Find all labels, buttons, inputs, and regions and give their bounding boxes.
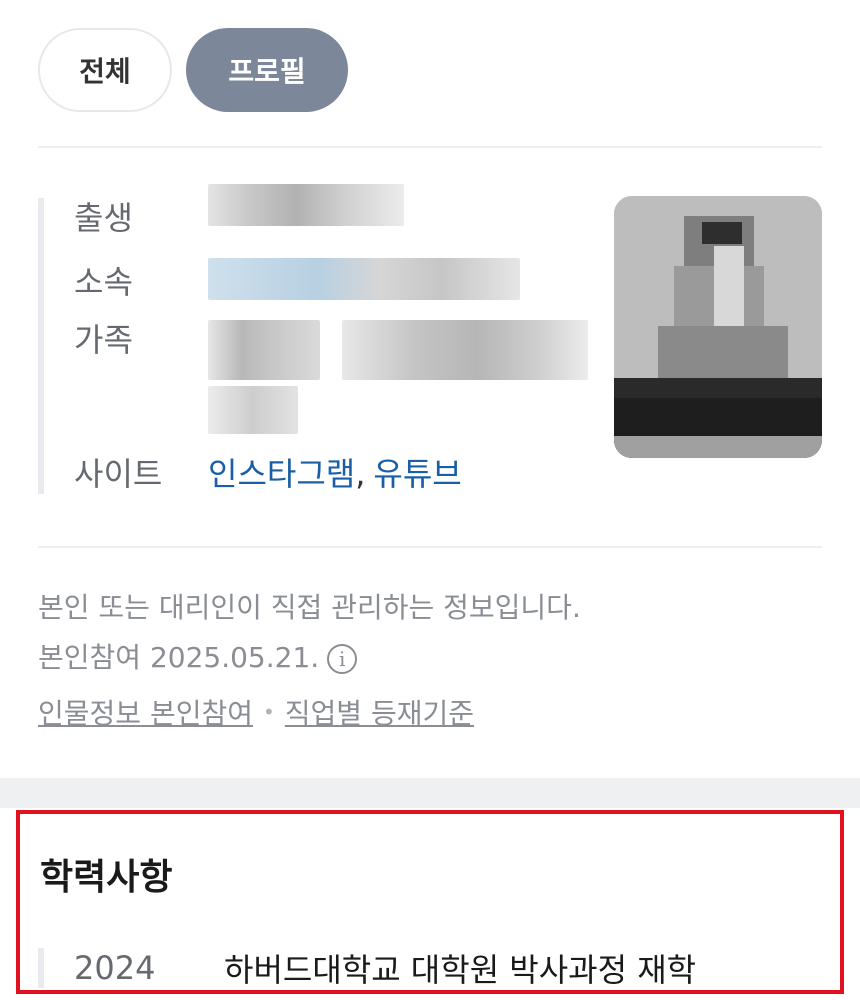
education-section: 학력사항 2024 하버드대학교 대학원 박사과정 재학 <box>16 810 844 994</box>
education-title: 학력사항 <box>40 857 173 898</box>
participation-date-row: 본인참여 2025.05.21. i <box>38 640 358 676</box>
tab-profile[interactable]: 프로필 <box>186 28 348 112</box>
info-icon[interactable]: i <box>327 644 358 674</box>
divider <box>38 146 822 148</box>
education-desc: 하버드대학교 대학원 박사과정 재학 <box>224 951 697 989</box>
education-item: 2024 하버드대학교 대학원 박사과정 재학 <box>38 948 697 989</box>
affiliation-label: 소속 <box>74 263 133 301</box>
family-label: 가족 <box>74 321 133 359</box>
education-year: 2024 <box>74 949 156 987</box>
family-row: 가족 <box>74 320 588 434</box>
instagram-link[interactable]: 인스타그램 <box>208 454 355 494</box>
affiliation-row: 소속 <box>74 258 520 304</box>
section-gap <box>0 778 860 808</box>
self-participation-link[interactable]: 인물정보 본인참여 <box>38 692 253 732</box>
participation-date: 본인참여 2025.05.21. <box>38 641 320 674</box>
dot-separator: • <box>262 700 275 724</box>
birth-value-redacted <box>208 184 404 230</box>
birth-row: 출생 <box>74 184 404 238</box>
footer-links: 인물정보 본인참여 • 직업별 등재기준 <box>38 692 474 732</box>
profile-info: 출생 소속 가족 사이트 인스타그램 , 유튜브 <box>38 184 604 494</box>
profile-photo <box>614 196 822 458</box>
site-label: 사이트 <box>74 455 163 493</box>
affiliation-value-redacted <box>208 258 520 304</box>
tab-bar: 전체 프로필 <box>38 28 348 112</box>
profile-page: 전체 프로필 출생 소속 가족 사이트 인스타그램 , 유튜브 본인 또는 대리… <box>0 0 860 1000</box>
tab-all[interactable]: 전체 <box>38 28 172 112</box>
youtube-link[interactable]: 유튜브 <box>373 454 461 494</box>
birth-label: 출생 <box>74 199 133 237</box>
site-row: 사이트 인스타그램 , 유튜브 <box>74 454 462 494</box>
listing-criteria-link[interactable]: 직업별 등재기준 <box>285 692 474 732</box>
family-value-redacted <box>208 320 588 434</box>
pixelated-photo-image <box>614 196 822 458</box>
divider <box>38 546 822 548</box>
site-separator: , <box>355 455 366 493</box>
managed-notice: 본인 또는 대리인이 직접 관리하는 정보입니다. <box>38 591 581 624</box>
